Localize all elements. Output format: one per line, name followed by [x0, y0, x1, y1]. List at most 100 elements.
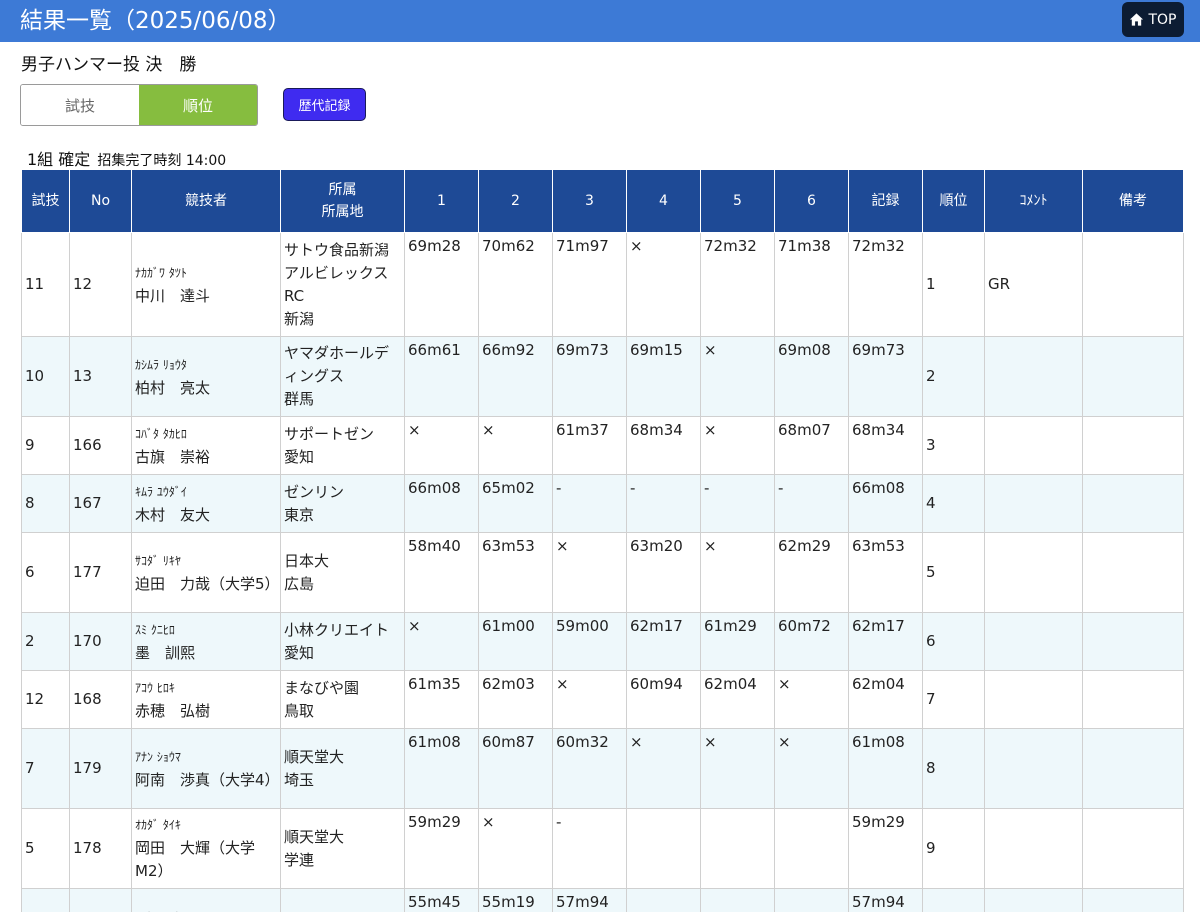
attempt-5-cell: - [700, 474, 775, 533]
attempt-6-cell: 62m29 [774, 532, 849, 613]
athlete-kana: ｺﾊﾞﾀ ﾀｶﾋﾛ [135, 426, 187, 441]
attempt-4-cell: 62m17 [626, 612, 701, 671]
athlete-kana: ｻｺﾀﾞ ﾘｷﾔ [135, 553, 181, 568]
attempt-3-cell: 59m00 [552, 612, 627, 671]
affiliation-region: 愛知 [284, 643, 315, 662]
comment-cell [984, 612, 1083, 671]
attempt-5-cell: 61m29 [700, 612, 775, 671]
affiliation-region: 鳥取 [284, 701, 315, 720]
tab-trials[interactable]: 試技 [21, 85, 139, 125]
attempt-3-cell: × [552, 532, 627, 613]
attempt-3-cell: - [552, 808, 627, 889]
attempt-2-cell: × [478, 808, 553, 889]
bib-number-cell: 170 [69, 612, 132, 671]
athlete-cell: ｶｼﾑﾗ ﾘｮｳﾀ 柏村 亮太 [131, 336, 281, 417]
attempt-3-cell: 71m97 [552, 232, 627, 337]
attempt-2-cell: 60m87 [478, 728, 553, 809]
trial-order-cell: 7 [21, 728, 70, 809]
bib-number-cell: 179 [69, 728, 132, 809]
athlete-kana: ｵｶﾀﾞ ﾀｲｷ [135, 818, 181, 832]
page-title: 結果一覧（2025/06/08） [20, 8, 291, 34]
trial-order-cell: 5 [21, 808, 70, 889]
table-row: 8 167 ｷﾑﾗ ﾕｳﾀﾞｲ 木村 友大 ゼンリン 東京 66m08 65m02- - - -66… [21, 474, 1184, 533]
bib-number-cell: 12 [69, 232, 132, 337]
attempt-1-cell: 58m40 [404, 532, 479, 613]
note-cell [1082, 888, 1184, 912]
affiliation-cell: サポートゼン 愛知 [280, 416, 405, 475]
event-title: 男子ハンマー投 決 勝 [21, 55, 197, 75]
top-button-label: TOP [1148, 11, 1177, 28]
rank-cell: 8 [922, 728, 985, 809]
attempt-6-cell: × [774, 728, 849, 809]
bib-number-cell: 13 [69, 336, 132, 417]
historical-records-button[interactable]: 歴代記録 [283, 88, 366, 121]
trial-order-cell: 8 [21, 474, 70, 533]
athlete-cell: ｱｺｳ ﾋﾛｷ 赤穂 弘樹 [131, 670, 281, 729]
athlete-name: 中川 達斗 [135, 286, 211, 305]
note-cell [1082, 612, 1184, 671]
trial-order-cell: 10 [21, 336, 70, 417]
attempt-4-cell [626, 888, 701, 912]
comment-cell [984, 532, 1083, 613]
col-attempt-1: 1 [404, 169, 479, 233]
record-cell: 72m32 [848, 232, 923, 337]
athlete-name: 赤穂 弘樹 [135, 701, 211, 720]
col-attempt-6: 6 [774, 169, 849, 233]
athlete-cell: ｷﾑﾗ ﾕｳﾀﾞｲ 木村 友大 [131, 474, 281, 533]
note-cell [1082, 728, 1184, 809]
attempt-4-cell: 69m15 [626, 336, 701, 417]
rank-cell: 7 [922, 670, 985, 729]
attempt-4-cell: 60m94 [626, 670, 701, 729]
attempt-5-cell: 62m04 [700, 670, 775, 729]
athlete-cell: ｱﾅﾝ ｼｮｳﾏ 阿南 渉真（大学4） [131, 728, 281, 809]
comment-cell: GR [984, 232, 1083, 337]
note-cell [1082, 232, 1184, 337]
top-button[interactable]: TOP [1122, 2, 1184, 37]
record-cell: 68m34 [848, 416, 923, 475]
bib-number-cell: 166 [69, 416, 132, 475]
affiliation-region: 愛知 [284, 447, 315, 466]
attempt-2-cell: 62m03 [478, 670, 553, 729]
affiliation-region: 埼玉 [284, 770, 315, 789]
affiliation-name: ゼンリン [284, 482, 345, 501]
bib-number-cell: 168 [69, 670, 132, 729]
results-table: 試技 No 競技者 所属 所属地 1 2 3 4 5 6 記録 順位 ｺﾒﾝﾄ 備考 11 12 ﾅｶｶﾞﾜ ﾀ… [21, 169, 1184, 912]
attempt-4-cell: × [626, 232, 701, 337]
record-cell: 62m04 [848, 670, 923, 729]
table-row: 10 13 ｶｼﾑﾗ ﾘｮｳﾀ 柏村 亮太 ヤマダホールディングス 群馬 66m61 66m9… [21, 336, 1184, 417]
athlete-name: 古旗 崇裕 [135, 447, 211, 466]
home-icon [1130, 13, 1144, 26]
attempt-4-cell: 68m34 [626, 416, 701, 475]
trial-order-cell: 2 [21, 612, 70, 671]
attempt-3-cell: 61m37 [552, 416, 627, 475]
athlete-name: 墨 訓熙 [135, 643, 196, 662]
athlete-name: 岡田 大輝（大学M2） [135, 839, 256, 880]
attempt-5-cell: × [700, 728, 775, 809]
attempt-1-cell: 66m08 [404, 474, 479, 533]
rank-cell: 4 [922, 474, 985, 533]
record-cell: 61m08 [848, 728, 923, 809]
tab-ranking[interactable]: 順位 [139, 85, 257, 125]
attempt-5-cell: × [700, 416, 775, 475]
col-rank: 順位 [922, 169, 985, 233]
col-note: 備考 [1082, 169, 1184, 233]
attempt-6-cell: × [774, 670, 849, 729]
athlete-kana: ｷﾑﾗ ﾕｳﾀﾞｲ [135, 484, 187, 499]
attempt-4-cell: - [626, 474, 701, 533]
col-athlete: 競技者 [131, 169, 281, 233]
affiliation-cell: ヤマダホールディングス 群馬 [280, 336, 405, 417]
comment-cell [984, 808, 1083, 889]
comment-cell [984, 474, 1083, 533]
attempt-3-cell: 60m32 [552, 728, 627, 809]
note-cell [1082, 416, 1184, 475]
col-comment: ｺﾒﾝﾄ [984, 169, 1083, 233]
affiliation-cell: サトウ食品新潟アルビレックスRC 新潟 [280, 232, 405, 337]
affiliation-cell: 順天堂大 学連 [280, 808, 405, 889]
record-cell: 69m73 [848, 336, 923, 417]
athlete-cell: ｵｶﾀﾞ ﾀｲｷ 岡田 大輝（大学M2） [131, 808, 281, 889]
rank-cell: 1 [922, 232, 985, 337]
athlete-kana: ｽｽﾞｷ ｽﾊﾞﾙ [135, 907, 277, 912]
attempt-1-cell: × [404, 416, 479, 475]
attempt-6-cell: 69m08 [774, 336, 849, 417]
athlete-cell: ｽﾐ ｸﾆﾋﾛ 墨 訓熙 [131, 612, 281, 671]
